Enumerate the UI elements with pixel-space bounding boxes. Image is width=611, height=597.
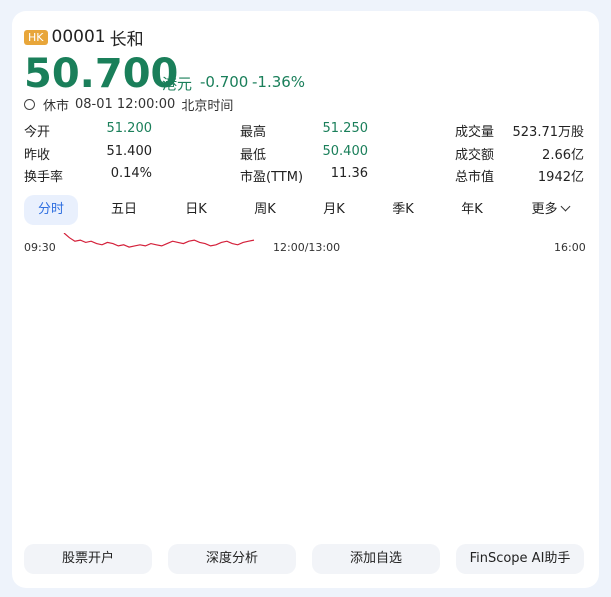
turnover-rate-value: 0.14% xyxy=(110,166,152,181)
price-change-pct: -1.36% xyxy=(252,73,306,91)
tab-weekly-k[interactable]: 周K xyxy=(238,195,292,225)
pe-label: 市盈(TTM) xyxy=(240,170,304,185)
stock-card: HK 00001 长和 50.700 港元 -0.700 -1.36% 休市 0… xyxy=(12,11,599,588)
tab-daily-k[interactable]: 日K xyxy=(169,195,223,225)
price-series-line xyxy=(63,233,255,248)
high-value: 51.250 xyxy=(322,121,369,136)
open-value: 51.200 xyxy=(106,121,153,136)
market-badge: HK xyxy=(24,29,48,45)
low-value: 50.400 xyxy=(322,144,369,159)
x-tick-open: 09:30 xyxy=(24,241,56,254)
stock-name: 长和 xyxy=(109,29,144,50)
high-label: 最高 xyxy=(240,125,267,140)
status-datetime: 08-01 12:00:00 xyxy=(75,97,176,112)
add-watchlist-button[interactable]: 添加自选 xyxy=(312,544,440,574)
tab-five-day[interactable]: 五日 xyxy=(97,195,151,225)
clock-icon xyxy=(24,99,35,110)
tab-more-label: 更多 xyxy=(531,202,558,217)
period-tabs: 分时 五日 日K 周K 月K 季K 年K 更多 xyxy=(24,195,584,227)
amount-label: 成交额 xyxy=(455,148,495,163)
volume-label: 成交量 xyxy=(455,125,495,140)
low-label: 最低 xyxy=(240,148,267,163)
status-timezone: 北京时间 xyxy=(181,99,234,114)
deep-analysis-button[interactable]: 深度分析 xyxy=(168,544,296,574)
turnover-rate-label: 换手率 xyxy=(24,170,64,185)
tab-monthly-k[interactable]: 月K xyxy=(307,195,361,225)
market-state: 休市 xyxy=(43,99,70,114)
x-tick-close: 16:00 xyxy=(554,241,586,254)
tab-quarterly-k[interactable]: 季K xyxy=(376,195,430,225)
x-tick-midday: 12:00/13:00 xyxy=(273,241,341,254)
tab-more[interactable]: 更多 xyxy=(520,195,580,225)
stock-code: 00001 xyxy=(51,27,106,47)
market-status: 休市 08-01 12:00:00 北京时间 xyxy=(24,95,233,114)
tab-intraday[interactable]: 分时 xyxy=(24,195,78,225)
last-price: 50.700 xyxy=(24,51,179,97)
stock-header: HK 00001 长和 xyxy=(24,27,144,50)
mktcap-value: 1942亿 xyxy=(537,170,584,185)
pe-value: 11.36 xyxy=(330,166,368,181)
prev-close-value: 51.400 xyxy=(106,144,153,159)
tab-yearly-k[interactable]: 年K xyxy=(445,195,499,225)
chevron-down-icon xyxy=(560,201,570,212)
amount-value: 2.66亿 xyxy=(542,148,584,163)
prev-close-label: 昨收 xyxy=(24,148,51,163)
finscope-ai-button[interactable]: FinScope AI助手 xyxy=(456,544,584,574)
open-account-button[interactable]: 股票开户 xyxy=(24,544,152,574)
open-label: 今开 xyxy=(24,125,51,140)
mktcap-label: 总市值 xyxy=(455,170,495,185)
price-unit: 港元 xyxy=(162,75,193,93)
price-change: -0.700 xyxy=(200,73,249,91)
volume-value: 523.71万股 xyxy=(512,125,585,140)
